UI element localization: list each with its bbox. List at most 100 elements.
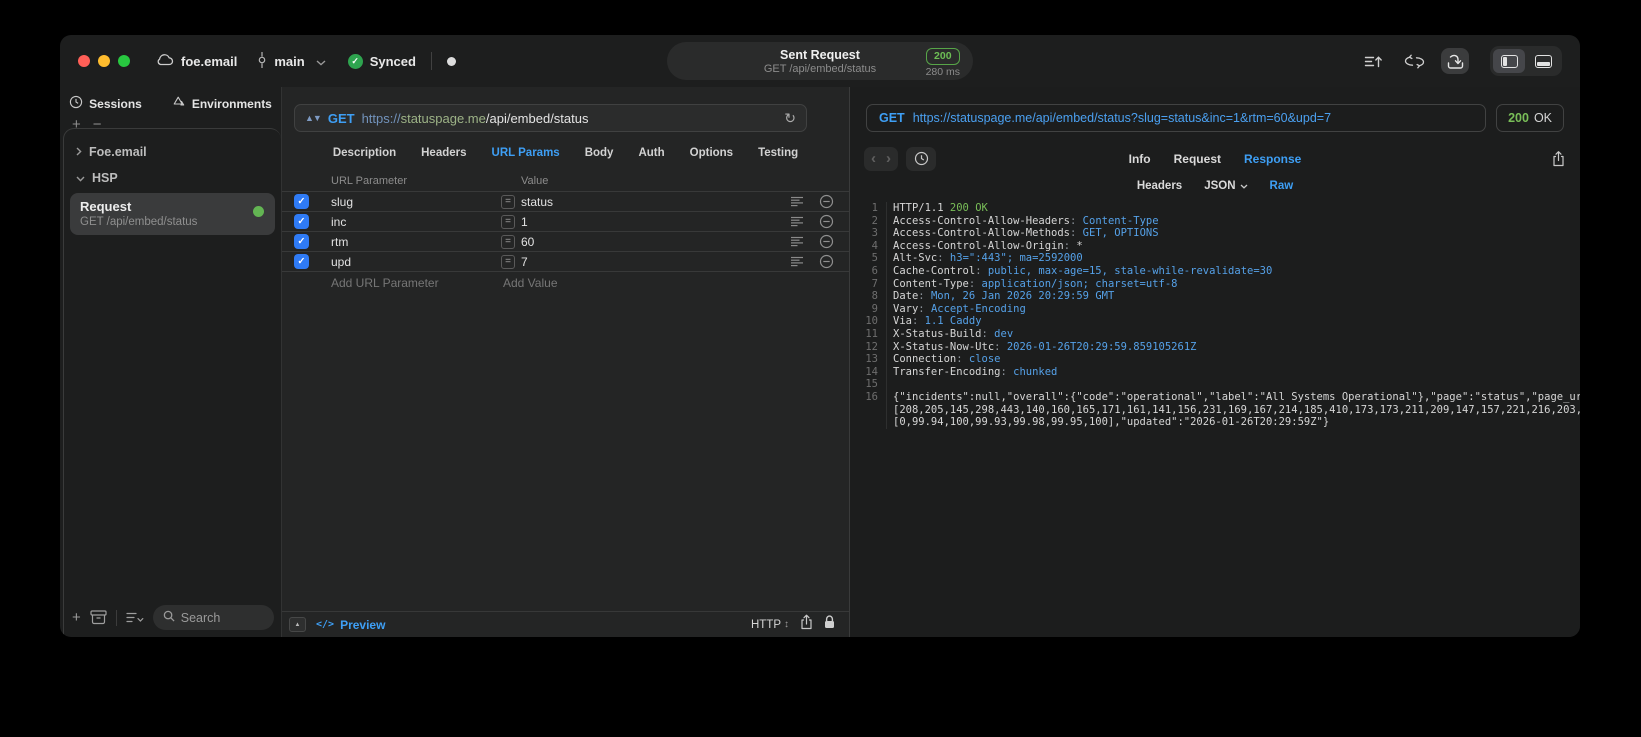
sent-request-pill[interactable]: Sent Request GET /api/embed/status 200 2… xyxy=(667,42,973,80)
branch-selector[interactable]: main xyxy=(257,51,326,71)
project-selector[interactable]: foe.email xyxy=(156,53,237,69)
tab-response[interactable]: Response xyxy=(1244,152,1301,166)
minimize-window-button[interactable] xyxy=(98,55,110,67)
history-clock-button[interactable] xyxy=(906,146,936,171)
line-number: 3 xyxy=(871,227,878,240)
history-nav-buttons: ‹ › xyxy=(864,146,898,171)
tab-body[interactable]: Body xyxy=(585,147,614,159)
sidebar-search-field[interactable] xyxy=(152,605,274,630)
param-row-slug[interactable]: ✓ slug = status xyxy=(282,191,849,211)
history-back-button[interactable]: ‹ xyxy=(871,150,876,167)
preview-button[interactable]: </> Preview xyxy=(316,618,385,632)
expand-panel-button[interactable]: ▲ xyxy=(289,617,306,632)
request-method[interactable]: GET xyxy=(328,111,355,126)
raw-response-view[interactable]: 1 HTTP/1.1 200 OK 2 Access-Control-Allow-He… xyxy=(850,202,1580,429)
line-number: 15 xyxy=(865,378,878,391)
export-response-button[interactable] xyxy=(1551,150,1566,167)
param-enabled-checkbox[interactable]: ✓ xyxy=(294,254,309,269)
tree-group-foe-email[interactable]: Foe.email xyxy=(70,139,275,165)
unsaved-indicator-dot xyxy=(446,56,456,66)
list-options-button[interactable] xyxy=(126,612,144,624)
add-param-row[interactable]: Add URL Parameter Add Value xyxy=(282,271,849,293)
line-content: Alt-Svc: h3=":443"; ma=2592000 xyxy=(886,252,1580,265)
request-list-item-selected[interactable]: Request GET /api/embed/status xyxy=(70,193,275,235)
archive-box-icon[interactable] xyxy=(90,610,107,625)
request-item-subtitle: GET /api/embed/status xyxy=(80,216,198,228)
sort-export-button[interactable] xyxy=(1359,48,1387,74)
line-number: 14 xyxy=(865,365,878,378)
multiline-value-icon[interactable] xyxy=(783,216,811,227)
line-content: Connection: close xyxy=(886,353,1580,366)
titlebar[interactable]: foe.email main ✓ Synced Sent Request GET… xyxy=(60,35,1580,87)
code-icon: </> xyxy=(316,619,335,630)
param-value-field[interactable]: = 60 xyxy=(501,234,783,249)
sync-status[interactable]: ✓ Synced xyxy=(347,53,416,69)
tree-group-hsp[interactable]: HSP xyxy=(70,165,275,191)
sync-status-label: Synced xyxy=(369,53,416,69)
add-value-placeholder[interactable]: Add Value xyxy=(501,276,783,290)
tab-sessions[interactable]: Sessions xyxy=(69,95,142,112)
param-name-field[interactable]: inc xyxy=(320,215,501,229)
param-row-rtm[interactable]: ✓ rtm = 60 xyxy=(282,231,849,251)
tab-headers[interactable]: Headers xyxy=(421,147,466,159)
add-url-parameter-placeholder[interactable]: Add URL Parameter xyxy=(320,276,501,290)
param-name-field[interactable]: slug xyxy=(320,195,501,209)
line-content: Transfer-Encoding: chunked xyxy=(886,365,1580,379)
close-window-button[interactable] xyxy=(78,55,90,67)
request-url-bar[interactable]: ▲▼ GET https://statuspage.me/api/embed/s… xyxy=(294,104,807,132)
line-content: Vary: Accept-Encoding xyxy=(886,302,1580,316)
subtab-headers[interactable]: Headers xyxy=(1137,180,1182,192)
sync-loop-button[interactable] xyxy=(1400,48,1428,74)
param-enabled-checkbox[interactable]: ✓ xyxy=(294,214,309,229)
import-response-button[interactable] xyxy=(1441,48,1469,74)
param-enabled-checkbox[interactable]: ✓ xyxy=(294,234,309,249)
protocol-selector[interactable]: HTTP ↕ xyxy=(751,619,789,631)
remove-param-button[interactable] xyxy=(811,194,841,209)
subtab-raw[interactable]: Raw xyxy=(1270,180,1294,192)
tab-url-params[interactable]: URL Params xyxy=(492,147,560,159)
resend-request-icon[interactable]: ↻ xyxy=(784,110,796,127)
toggle-bottom-panel-button[interactable] xyxy=(1527,49,1559,73)
param-value-field[interactable]: = 7 xyxy=(501,254,783,269)
remove-param-button[interactable] xyxy=(811,234,841,249)
tab-environments[interactable]: Environments xyxy=(172,95,272,112)
tab-auth[interactable]: Auth xyxy=(638,147,664,159)
tab-info[interactable]: Info xyxy=(1129,152,1151,166)
param-enabled-checkbox[interactable]: ✓ xyxy=(294,194,309,209)
multiline-value-icon[interactable] xyxy=(783,256,811,267)
line-content xyxy=(886,378,1580,391)
multiline-value-icon[interactable] xyxy=(783,236,811,247)
param-row-upd[interactable]: ✓ upd = 7 xyxy=(282,251,849,271)
response-status-text: OK xyxy=(1533,111,1552,125)
remove-param-button[interactable] xyxy=(811,254,841,269)
add-request-button[interactable]: + xyxy=(72,610,81,625)
multiline-value-icon[interactable] xyxy=(783,196,811,207)
tab-request[interactable]: Request xyxy=(1174,152,1221,166)
param-value-field[interactable]: = status xyxy=(501,194,783,209)
search-input[interactable] xyxy=(180,610,261,625)
response-subtabs: Headers JSON Raw xyxy=(850,180,1580,192)
environments-icon xyxy=(172,95,186,112)
subtab-json-dropdown[interactable]: JSON xyxy=(1204,180,1247,192)
tab-options[interactable]: Options xyxy=(690,147,733,159)
param-row-inc[interactable]: ✓ inc = 1 xyxy=(282,211,849,231)
param-value-field[interactable]: = 1 xyxy=(501,214,783,229)
tab-testing[interactable]: Testing xyxy=(758,147,798,159)
toggle-left-panel-button[interactable] xyxy=(1493,49,1525,73)
branch-icon xyxy=(257,51,267,71)
line-content: Via: 1.1 Caddy xyxy=(886,315,1580,328)
line-number: 10 xyxy=(865,315,878,328)
param-name-field[interactable]: upd xyxy=(320,255,501,269)
share-icon[interactable] xyxy=(799,614,814,635)
response-panel: GET https://statuspage.me/api/embed/stat… xyxy=(850,87,1580,637)
history-forward-button[interactable]: › xyxy=(886,150,891,167)
request-tabs: Description Headers URL Params Body Auth Opti… xyxy=(282,147,849,159)
zoom-window-button[interactable] xyxy=(118,55,130,67)
line-content: Access-Control-Allow-Methods: GET, OPTIO… xyxy=(886,227,1580,240)
remove-param-button[interactable] xyxy=(811,214,841,229)
tab-description[interactable]: Description xyxy=(333,147,396,159)
request-duration: 280 ms xyxy=(925,66,960,78)
param-name-field[interactable]: rtm xyxy=(320,235,501,249)
lock-icon[interactable] xyxy=(824,615,835,634)
sent-url-box[interactable]: GET https://statuspage.me/api/embed/stat… xyxy=(866,104,1487,132)
